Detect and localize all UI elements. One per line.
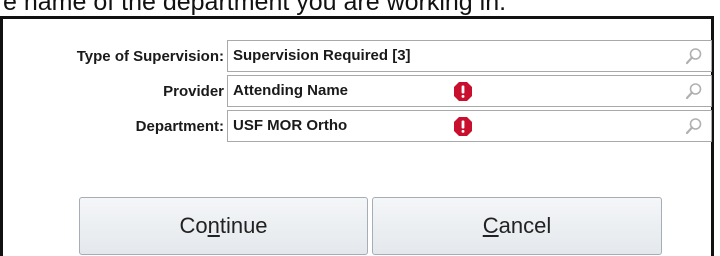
- provider-value: Attending Name: [233, 82, 349, 99]
- continue-mnemonic: n: [207, 213, 220, 238]
- search-icon[interactable]: [685, 117, 703, 135]
- search-icon[interactable]: [685, 47, 703, 65]
- provider-row: Provider Attending Name: [3, 75, 717, 109]
- type-of-supervision-label: Type of Supervision:: [76, 48, 224, 65]
- required-alert-icon: [454, 82, 472, 101]
- cancel-mnemonic: C: [482, 213, 499, 238]
- instruction-caption: e name of the department you are working…: [3, 0, 507, 16]
- page: e name of the department you are working…: [0, 0, 720, 256]
- department-row: Department: USF MOR Ortho: [3, 110, 717, 144]
- cancel-label-post: ancel: [498, 213, 552, 238]
- continue-label-post: tinue: [219, 213, 268, 238]
- continue-label-pre: Co: [179, 213, 208, 238]
- department-value: USF MOR Ortho: [233, 117, 348, 134]
- required-alert-icon: [454, 117, 472, 136]
- department-field[interactable]: USF MOR Ortho: [227, 110, 712, 142]
- provider-field[interactable]: Attending Name: [227, 75, 712, 107]
- department-label: Department:: [135, 118, 224, 135]
- type-of-supervision-row: Type of Supervision: Supervision Require…: [3, 40, 717, 74]
- type-of-supervision-value: Supervision Required [3]: [233, 47, 411, 64]
- search-icon[interactable]: [685, 82, 703, 100]
- type-of-supervision-field[interactable]: Supervision Required [3]: [227, 40, 712, 72]
- supervision-dialog: Type of Supervision: Supervision Require…: [0, 16, 714, 256]
- continue-button[interactable]: Continue: [79, 197, 368, 255]
- cancel-button[interactable]: Cancel: [372, 197, 662, 255]
- provider-label: Provider: [163, 83, 224, 100]
